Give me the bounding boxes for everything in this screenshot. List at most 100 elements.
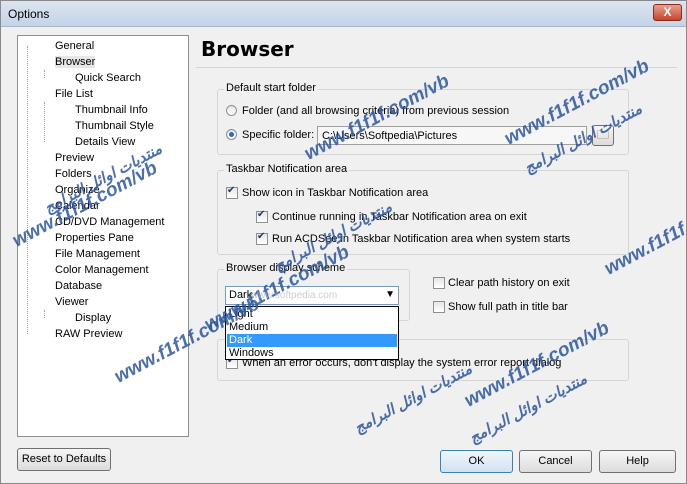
expand-arrow-icon	[39, 88, 47, 101]
tree-item-label: Database	[55, 280, 103, 293]
expand-arrow-icon	[59, 312, 67, 325]
expand-arrow-icon	[39, 216, 47, 229]
expand-arrow-icon	[59, 136, 67, 149]
tree-item-quick-search[interactable]: Quick Search	[59, 70, 142, 86]
tree-item-raw-preview[interactable]: RAW Preview	[39, 326, 123, 342]
tree-item-label: Properties Pane	[55, 232, 134, 245]
expand-arrow-icon	[39, 328, 47, 341]
display-scheme-dropdown: Light Medium Dark Windows	[225, 306, 399, 360]
group-label: Taskbar Notification area	[224, 163, 350, 175]
previous-session-label: Folder (and all browsing criteria) from …	[242, 105, 510, 117]
clear-path-history-checkbox[interactable]	[433, 277, 445, 289]
tree-item-folders[interactable]: Folders	[39, 166, 92, 182]
expand-arrow-icon	[39, 296, 47, 309]
tree-item-label: Browser	[55, 56, 96, 69]
specific-folder-label: Specific folder:	[242, 129, 315, 141]
group-label: Default start folder	[224, 82, 318, 94]
expand-arrow-icon	[39, 280, 47, 293]
tree-item-label: File List	[55, 88, 93, 101]
tree-item-label: CD/DVD Management	[55, 216, 165, 229]
tree-item-label: Folders	[55, 168, 92, 181]
tree-item-label: Preview	[55, 152, 95, 165]
tree-item-label: General	[55, 40, 95, 53]
show-full-path-checkbox[interactable]	[433, 301, 445, 313]
run-on-start-label: Run ACDSee in Taskbar Notification area …	[272, 233, 571, 245]
close-button[interactable]: X	[653, 4, 682, 21]
expand-arrow-icon	[39, 200, 47, 213]
browse-folder-button[interactable]: 🗀	[592, 125, 614, 146]
tree-guide-line	[44, 102, 45, 142]
start-folder-group: Default start folder	[217, 82, 629, 155]
help-button[interactable]: Help	[599, 450, 676, 473]
expand-arrow-icon	[39, 248, 47, 261]
scheme-option-medium[interactable]: Medium	[227, 321, 397, 334]
tree-item-label: Organize	[55, 184, 100, 197]
show-icon-label: Show icon in Taskbar Notification area	[242, 187, 429, 199]
tree-item-database[interactable]: Database	[39, 278, 103, 294]
tree-item-preview[interactable]: Preview	[39, 150, 95, 166]
tree-item-display[interactable]: Display	[59, 310, 112, 326]
tree-item-cd-dvd-management[interactable]: CD/DVD Management	[39, 214, 165, 230]
tree-item-thumbnail-info[interactable]: Thumbnail Info	[59, 102, 148, 118]
page-title: Browser	[201, 37, 294, 61]
reset-defaults-button[interactable]: Reset to Defaults	[17, 448, 111, 471]
expand-arrow-icon	[59, 120, 67, 133]
run-on-start-checkbox[interactable]	[256, 231, 268, 245]
group-label: Browser display scheme	[224, 262, 348, 274]
tree-item-label: Color Management	[55, 264, 149, 277]
display-scheme-select[interactable]: Dark ▼	[225, 286, 399, 305]
tree-item-file-management[interactable]: File Management	[39, 246, 140, 262]
title-bar: Options X	[1, 1, 686, 27]
continue-running-checkbox[interactable]	[256, 209, 268, 223]
selected-scheme: Dark	[229, 289, 253, 301]
tree-guide-line	[44, 310, 45, 318]
chevron-down-icon: ▼	[385, 289, 395, 300]
folder-path-text: C:\Users\Softpedia\Pictures	[322, 130, 458, 142]
scheme-option-dark[interactable]: Dark	[227, 334, 397, 347]
expand-arrow-icon	[59, 72, 67, 85]
tree-item-browser[interactable]: Browser	[39, 54, 96, 70]
expand-arrow-icon	[39, 232, 47, 245]
folder-icon: 🗀	[596, 128, 609, 142]
tree-item-properties-pane[interactable]: Properties Pane	[39, 230, 134, 246]
tree-item-label: Viewer	[55, 296, 89, 309]
clear-path-history-label: Clear path history on exit	[448, 277, 570, 289]
tree-item-general[interactable]: General	[39, 38, 95, 54]
continue-running-label: Continue running in Taskbar Notification…	[272, 211, 527, 223]
tree-item-calendar[interactable]: Calendar	[39, 198, 100, 214]
tree-item-file-list[interactable]: File List	[39, 86, 93, 102]
expand-arrow-icon	[39, 40, 47, 53]
scheme-option-windows[interactable]: Windows	[227, 347, 397, 360]
expand-arrow-icon	[39, 56, 47, 69]
tree-item-label: Thumbnail Style	[75, 120, 154, 133]
ok-button[interactable]: OK	[440, 450, 513, 473]
tree-item-viewer[interactable]: Viewer	[39, 294, 89, 310]
specific-folder-input[interactable]: C:\Users\Softpedia\Pictures	[317, 126, 587, 145]
tree-guide-line	[27, 46, 28, 334]
tree-item-thumbnail-style[interactable]: Thumbnail Style	[59, 118, 154, 134]
cancel-button[interactable]: Cancel	[519, 450, 592, 473]
tree-item-details-view[interactable]: Details View	[59, 134, 136, 150]
expand-arrow-icon	[59, 104, 67, 117]
tree-item-organize[interactable]: Organize	[39, 182, 100, 198]
expand-arrow-icon	[39, 168, 47, 181]
tree-item-label: RAW Preview	[55, 328, 123, 341]
tree-item-label: Quick Search	[75, 72, 142, 85]
tree-item-color-management[interactable]: Color Management	[39, 262, 149, 278]
title-divider	[196, 67, 677, 68]
tree-item-label: Thumbnail Info	[75, 104, 148, 117]
expand-arrow-icon	[39, 152, 47, 165]
expand-arrow-icon	[39, 264, 47, 277]
scheme-option-light[interactable]: Light	[227, 308, 397, 321]
specific-folder-radio[interactable]	[226, 129, 237, 140]
previous-session-radio[interactable]	[226, 105, 237, 116]
options-tree: General Browser Quick Search File List T…	[17, 35, 189, 437]
tree-item-label: Details View	[75, 136, 136, 149]
show-full-path-label: Show full path in title bar	[448, 301, 568, 313]
show-icon-checkbox[interactable]	[226, 185, 238, 199]
window-title: Options	[8, 7, 50, 21]
expand-arrow-icon	[39, 184, 47, 197]
tree-guide-line	[44, 70, 45, 78]
tree-item-label: Display	[75, 312, 112, 325]
tree-item-label: File Management	[55, 248, 140, 261]
